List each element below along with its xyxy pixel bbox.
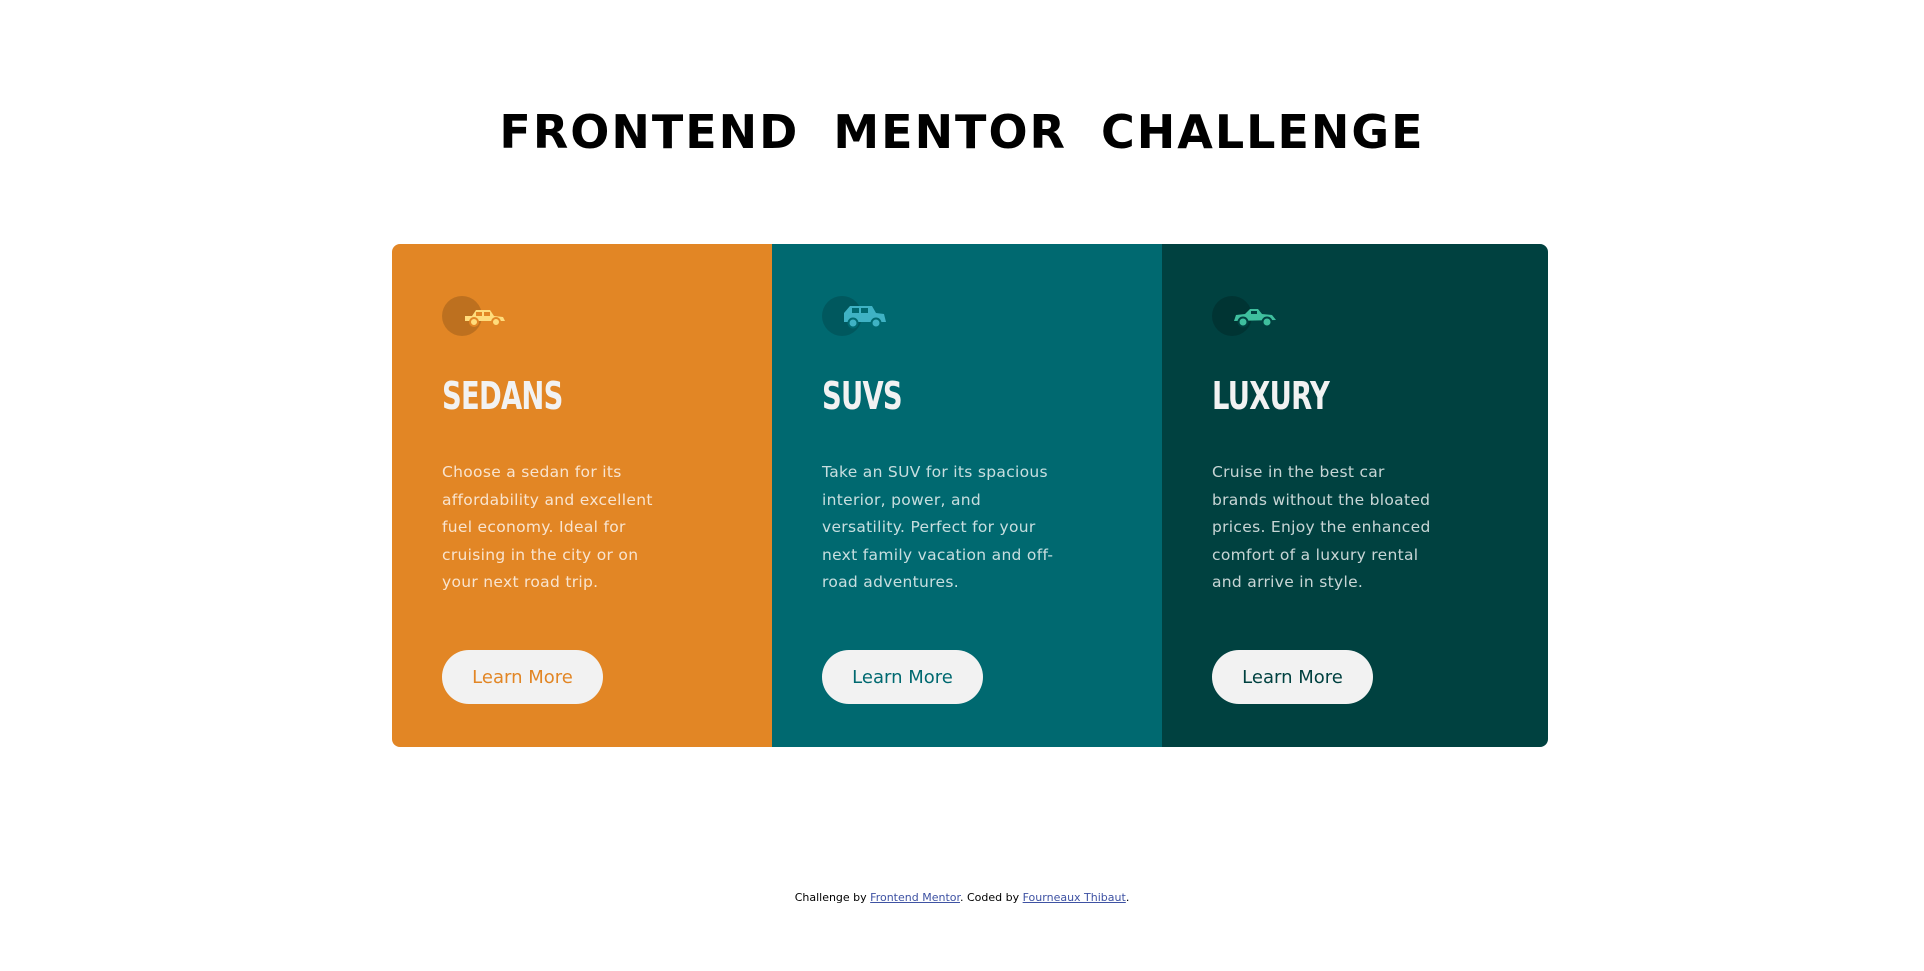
footer-prefix: Challenge by [794,891,871,904]
card-container: SEDANS Choose a sedan for its affordabil… [392,244,1548,747]
frontend-mentor-link[interactable]: Frontend Mentor [870,891,960,904]
learn-more-button[interactable]: Learn More [1212,650,1373,704]
card-heading: LUXURY [1212,374,1330,418]
card-sedans: SEDANS Choose a sedan for its affordabil… [392,244,772,747]
learn-more-button[interactable]: Learn More [442,650,603,704]
card-description: Choose a sedan for its affordability and… [442,463,653,591]
footer-suffix: . [1125,891,1130,904]
card-heading: SEDANS [442,374,563,418]
footer-middle: . Coded by [960,891,1023,904]
page-title: FRONTEND MENTOR CHALLENGE [499,105,1425,159]
card-description: Take an SUV for its spacious interior, p… [822,463,1054,591]
card-suvs: SUVS Take an SUV for its spacious interi… [772,244,1162,747]
learn-more-button[interactable]: Learn More [822,650,983,704]
card-description: Cruise in the best car brands without th… [1212,463,1431,591]
suv-icon [822,296,888,336]
sedan-icon [442,296,508,336]
card-heading: SUVS [822,374,903,418]
footer: Challenge by Frontend Mentor. Coded by F… [0,891,1924,905]
author-link[interactable]: Fourneaux Thibaut [1023,891,1126,904]
page: FRONTEND MENTOR CHALLENGE SEDANS Choose … [0,0,1924,971]
card-luxury: LUXURY Cruise in the best car brands wit… [1162,244,1548,747]
luxury-car-icon [1212,296,1278,336]
